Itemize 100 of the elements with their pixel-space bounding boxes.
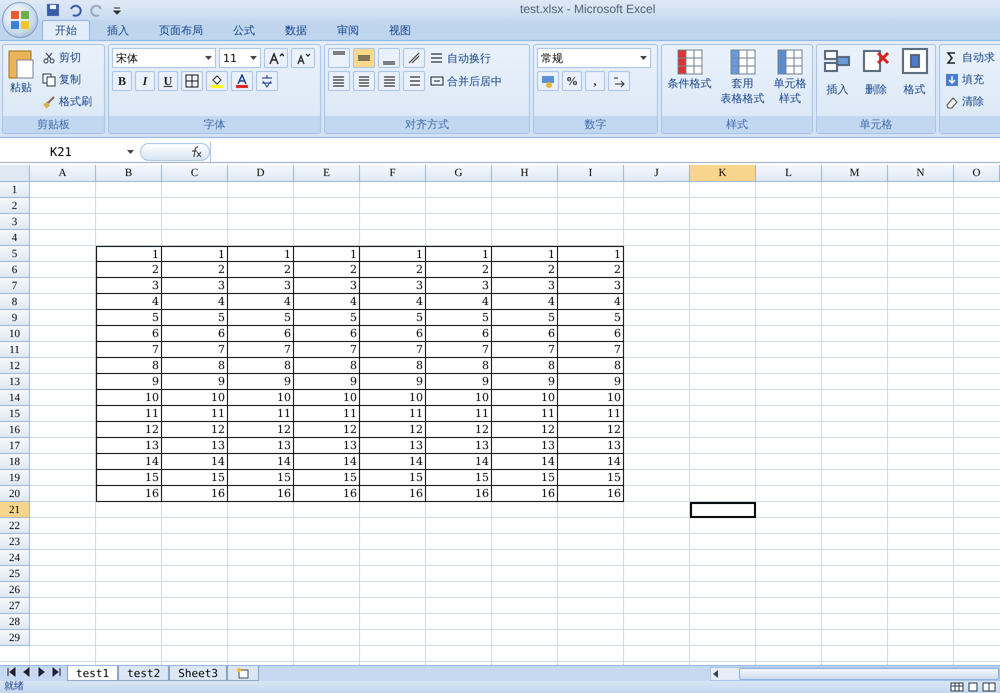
row-header[interactable]: 18: [0, 454, 30, 470]
column-header[interactable]: I: [558, 165, 624, 182]
row-header[interactable]: 25: [0, 566, 30, 582]
row-header[interactable]: 24: [0, 550, 30, 566]
column-header[interactable]: E: [294, 165, 360, 182]
ribbon-tab[interactable]: 公式: [220, 20, 268, 40]
font-size-field[interactable]: 11: [219, 48, 261, 68]
name-box[interactable]: K21: [0, 142, 140, 160]
ribbon-tab[interactable]: 视图: [376, 20, 424, 40]
orientation-button[interactable]: [403, 48, 425, 68]
sheet-nav-icon[interactable]: [6, 666, 16, 678]
indent-button[interactable]: [403, 71, 425, 91]
wrap-text-button[interactable]: 自动换行: [428, 48, 493, 68]
horizontal-align-button[interactable]: [378, 71, 400, 91]
ribbon-tab[interactable]: 插入: [94, 20, 142, 40]
save-icon[interactable]: [46, 3, 60, 17]
page-break-icon[interactable]: [982, 682, 996, 692]
column-header[interactable]: N: [888, 165, 954, 182]
column-header[interactable]: D: [228, 165, 294, 182]
cells-button[interactable]: 删除: [860, 48, 892, 113]
row-header[interactable]: 14: [0, 390, 30, 406]
currency-button[interactable]: [537, 71, 559, 91]
ribbon-tab[interactable]: 数据: [272, 20, 320, 40]
row-header[interactable]: 13: [0, 374, 30, 390]
sheet-nav-icon[interactable]: [51, 666, 61, 678]
cells-button[interactable]: 格式: [898, 48, 931, 113]
sheet-nav-icon[interactable]: [21, 666, 31, 678]
paste-button[interactable]: 粘贴: [6, 48, 36, 113]
row-header[interactable]: 22: [0, 518, 30, 534]
column-header[interactable]: O: [954, 165, 1000, 182]
row-header[interactable]: 4: [0, 230, 30, 246]
row-header[interactable]: 28: [0, 614, 30, 630]
row-header[interactable]: 15: [0, 406, 30, 422]
column-header[interactable]: M: [822, 165, 888, 182]
row-header[interactable]: 12: [0, 358, 30, 374]
horizontal-align-button[interactable]: [353, 71, 375, 91]
grow-font-button[interactable]: [264, 48, 288, 68]
row-header[interactable]: 17: [0, 438, 30, 454]
vertical-align-button[interactable]: [378, 48, 400, 68]
editing-button[interactable]: 填充: [943, 70, 997, 89]
number-style-button[interactable]: ,: [585, 71, 605, 91]
page-layout-icon[interactable]: [966, 682, 980, 692]
row-header[interactable]: 19: [0, 470, 30, 486]
font-style-button[interactable]: I: [135, 71, 155, 91]
editing-button[interactable]: 清除: [943, 92, 997, 111]
row-header[interactable]: 7: [0, 278, 30, 294]
sheet-tab[interactable]: test2: [118, 666, 170, 681]
normal-view-icon[interactable]: [950, 682, 964, 692]
row-header[interactable]: 5: [0, 246, 30, 262]
clipboard-button[interactable]: 剪切: [40, 48, 94, 67]
row-header[interactable]: 21: [0, 502, 30, 518]
column-header[interactable]: G: [426, 165, 492, 182]
row-header[interactable]: 8: [0, 294, 30, 310]
column-header[interactable]: H: [492, 165, 558, 182]
decimal-button[interactable]: [608, 71, 630, 91]
horizontal-scrollbar[interactable]: [710, 666, 1000, 680]
merge-center-button[interactable]: 合并后居中: [428, 72, 504, 90]
insert-function-button[interactable]: [140, 142, 210, 160]
column-header[interactable]: B: [96, 165, 162, 182]
row-header[interactable]: 1: [0, 182, 30, 198]
vertical-align-button[interactable]: [328, 48, 350, 68]
row-header[interactable]: 16: [0, 422, 30, 438]
undo-icon[interactable]: [68, 3, 82, 17]
vertical-align-button[interactable]: [353, 48, 375, 68]
row-header[interactable]: 3: [0, 214, 30, 230]
row-header[interactable]: 9: [0, 310, 30, 326]
style-button[interactable]: 套用 表格格式: [720, 48, 766, 113]
horizontal-align-button[interactable]: [328, 71, 350, 91]
clipboard-button[interactable]: 复制: [40, 70, 94, 89]
number-format-field[interactable]: 常规: [537, 48, 651, 68]
cells-button[interactable]: 插入: [821, 48, 854, 113]
font-color-button[interactable]: [231, 71, 253, 91]
column-header[interactable]: C: [162, 165, 228, 182]
row-header[interactable]: 23: [0, 534, 30, 550]
column-header[interactable]: J: [624, 165, 690, 182]
phonetic-button[interactable]: [256, 71, 278, 91]
style-button[interactable]: 条件格式: [666, 48, 712, 113]
shrink-font-button[interactable]: [291, 48, 315, 68]
font-style-button[interactable]: U: [158, 71, 178, 91]
borders-button[interactable]: [181, 71, 203, 91]
ribbon-tab[interactable]: 页面布局: [146, 20, 216, 40]
editing-button[interactable]: 自动求: [943, 48, 997, 67]
customize-icon[interactable]: [112, 5, 122, 15]
row-header[interactable]: 10: [0, 326, 30, 342]
font-style-button[interactable]: B: [112, 71, 132, 91]
row-header[interactable]: 20: [0, 486, 30, 502]
row-header[interactable]: 6: [0, 262, 30, 278]
column-header[interactable]: K: [690, 165, 756, 182]
sheet-nav-icon[interactable]: [36, 666, 46, 678]
row-header[interactable]: 26: [0, 582, 30, 598]
row-header[interactable]: 2: [0, 198, 30, 214]
number-style-button[interactable]: %: [562, 71, 582, 91]
style-button[interactable]: 单元格 样式: [772, 48, 808, 113]
row-header[interactable]: 29: [0, 630, 30, 646]
fill-color-button[interactable]: [206, 71, 228, 91]
row-header[interactable]: 11: [0, 342, 30, 358]
insert-sheet-tab[interactable]: [227, 666, 259, 681]
ribbon-tab[interactable]: 开始: [42, 20, 90, 40]
row-header[interactable]: 27: [0, 598, 30, 614]
column-header[interactable]: A: [30, 165, 96, 182]
